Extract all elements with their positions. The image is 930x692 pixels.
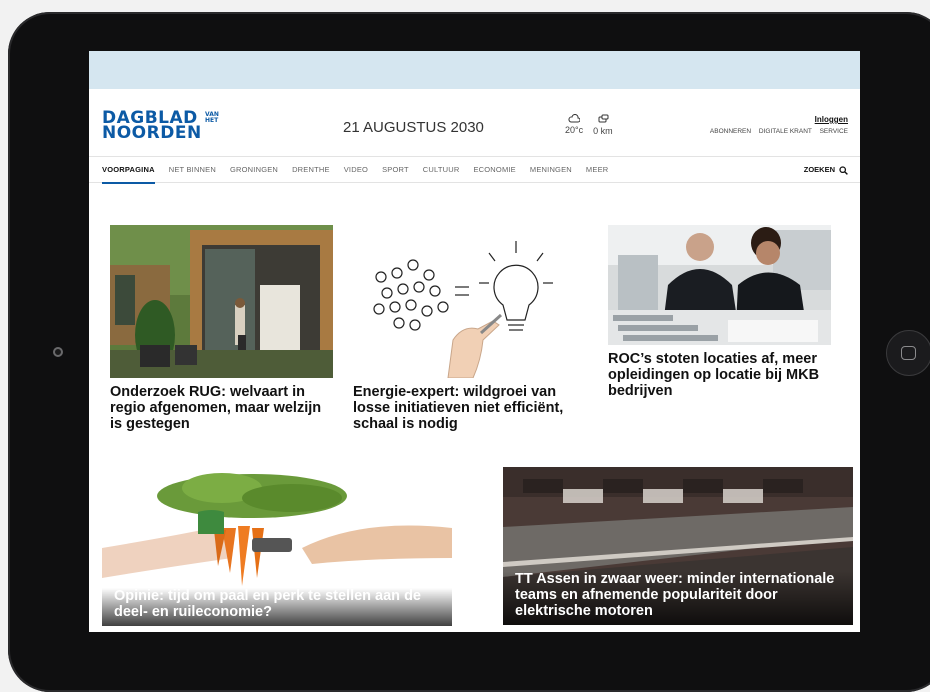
service-link[interactable]: SERVICE: [820, 128, 848, 135]
article-card[interactable]: Opinie: tijd om paal en perk te stellen …: [102, 468, 452, 626]
logo-line2: NOORDEN: [102, 123, 202, 143]
nav-drenthe[interactable]: DRENTHE: [292, 157, 330, 183]
article-image-tiny-house: [110, 225, 333, 378]
article-card[interactable]: ROC’s stoten locaties af, meer opleiding…: [608, 225, 831, 399]
login-link[interactable]: Inloggen: [815, 115, 848, 124]
subscribe-link[interactable]: ABONNEREN: [710, 128, 751, 135]
site-logo[interactable]: DAGBLAD NOORDEN VAN HET: [102, 110, 219, 143]
article-title[interactable]: ROC’s stoten locaties af, meer opleiding…: [608, 351, 831, 399]
nav-meer[interactable]: MEER: [586, 157, 608, 183]
user-nav: Inloggen ABONNEREN DIGITALE KRANT SERVIC…: [704, 115, 848, 135]
nav-groningen[interactable]: GRONINGEN: [230, 157, 278, 183]
main-nav: VOORPAGINA NET BINNEN GRONINGEN DRENTHE …: [89, 157, 860, 184]
ad-banner: [89, 51, 860, 89]
cloud-icon: [568, 114, 581, 123]
weather-widget[interactable]: 20°c 0 km: [565, 114, 613, 136]
article-image-workshop: [608, 225, 831, 345]
weather-temp: 20°c: [565, 125, 584, 135]
article-title[interactable]: Energie-expert: wildgroei van losse init…: [353, 384, 576, 432]
nav-sport[interactable]: SPORT: [382, 157, 409, 183]
article-title[interactable]: TT Assen in zwaar weer: minder internati…: [503, 571, 853, 625]
nav-video[interactable]: VIDEO: [344, 157, 368, 183]
home-button[interactable]: [886, 330, 930, 376]
masthead: DAGBLAD NOORDEN VAN HET 21 AUGUSTUS 2030…: [89, 89, 860, 157]
nav-voorpagina[interactable]: VOORPAGINA: [102, 157, 155, 184]
traffic-km: 0 km: [593, 126, 613, 136]
search-button[interactable]: ZOEKEN: [804, 157, 848, 183]
nav-economie[interactable]: ECONOMIE: [473, 157, 515, 183]
nav-cultuur[interactable]: CULTUUR: [423, 157, 460, 183]
article-card[interactable]: Energie-expert: wildgroei van losse init…: [353, 225, 576, 432]
search-icon: [839, 165, 848, 175]
article-title[interactable]: Onderzoek RUG: welvaart in regio afgenom…: [110, 384, 333, 432]
digital-paper-link[interactable]: DIGITALE KRANT: [759, 128, 812, 135]
edition-date: 21 AUGUSTUS 2030: [343, 119, 484, 136]
article-title[interactable]: Opinie: tijd om paal en perk te stellen …: [102, 588, 452, 626]
nav-net-binnen[interactable]: NET BINNEN: [169, 157, 216, 183]
logo-van: VAN HET: [205, 111, 219, 124]
browser-screen: DAGBLAD NOORDEN VAN HET 21 AUGUSTUS 2030…: [89, 51, 860, 632]
camera-icon: [53, 347, 63, 357]
nav-meningen[interactable]: MENINGEN: [530, 157, 572, 183]
article-card[interactable]: TT Assen in zwaar weer: minder internati…: [503, 467, 853, 625]
traffic-icon: [598, 114, 609, 123]
search-label: ZOEKEN: [803, 165, 835, 174]
article-card[interactable]: Onderzoek RUG: welvaart in regio afgenom…: [110, 225, 333, 432]
article-image-lightbulbs: [353, 225, 576, 378]
